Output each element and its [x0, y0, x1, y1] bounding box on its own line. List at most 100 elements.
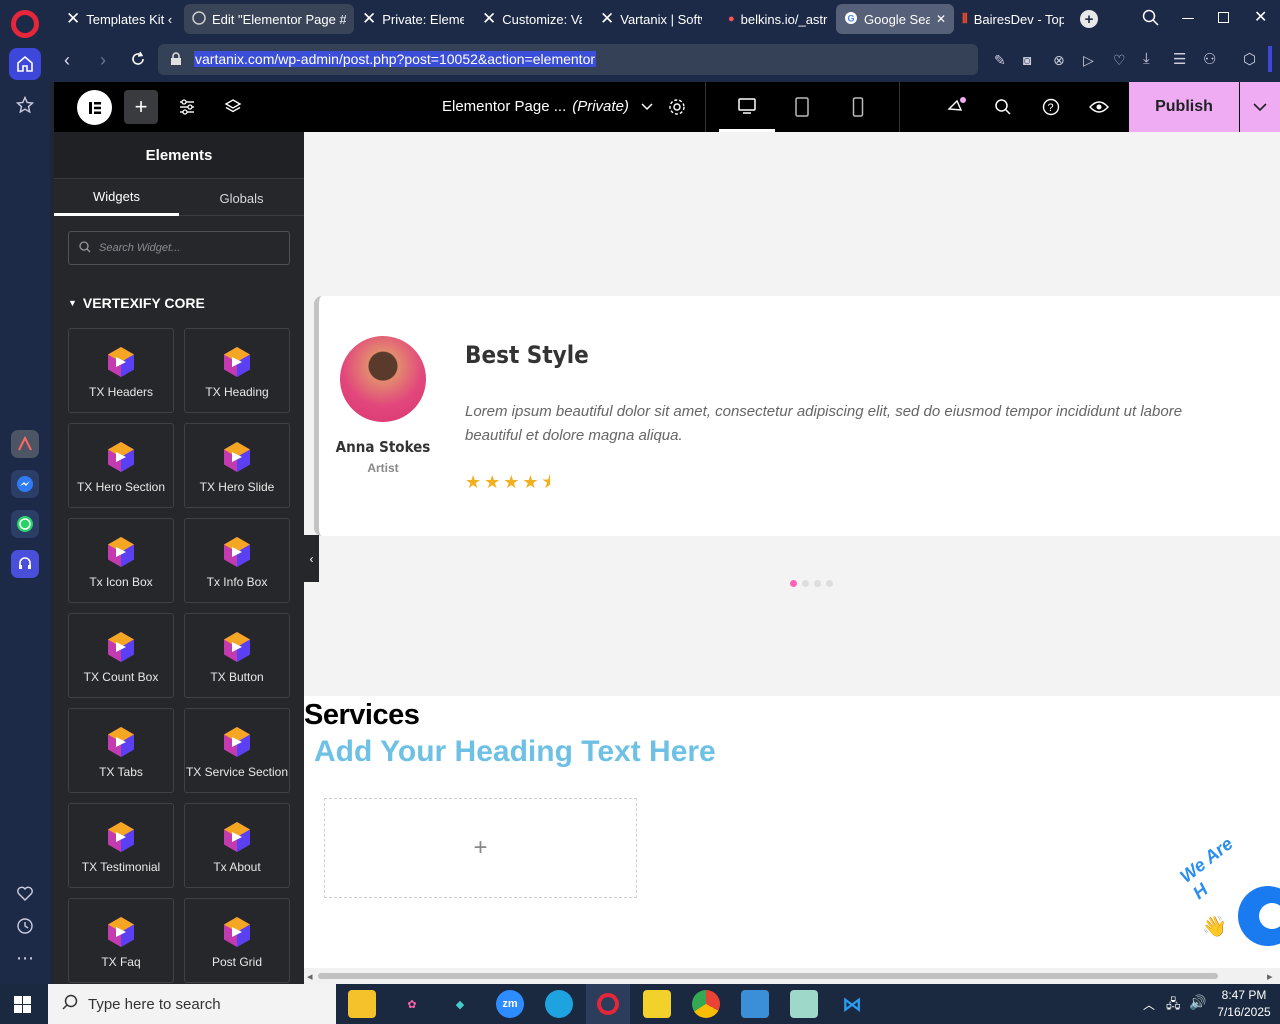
extensions-icon[interactable]: ⬡: [1243, 50, 1256, 68]
navigator-layers-icon[interactable]: [221, 95, 245, 119]
opera-logo-icon[interactable]: [11, 10, 39, 38]
network-icon[interactable]: 🖧: [1166, 995, 1181, 1017]
heart-icon[interactable]: [13, 882, 37, 906]
tab-edit-elementor[interactable]: Edit "Elementor Page #100: [184, 4, 354, 34]
back-icon[interactable]: ‹: [64, 50, 70, 71]
photos-icon[interactable]: [741, 990, 769, 1018]
carousel-dot[interactable]: [802, 580, 809, 587]
whatsapp-icon[interactable]: [11, 510, 39, 538]
scroll-left-icon[interactable]: ◂: [307, 970, 313, 983]
carousel-dot[interactable]: [826, 580, 833, 587]
forward-icon[interactable]: ›: [100, 50, 106, 71]
dev-app-icon[interactable]: ◆: [446, 990, 474, 1018]
tray-chevron-icon[interactable]: ︿: [1143, 996, 1155, 1013]
tablet-view-icon[interactable]: [790, 95, 814, 119]
sticky-notes-icon[interactable]: [643, 990, 671, 1018]
widget-tile[interactable]: TX Button: [184, 613, 290, 698]
more-icon[interactable]: ⋯: [13, 946, 37, 970]
search-tabs-icon[interactable]: [1142, 9, 1160, 30]
reload-icon[interactable]: [130, 51, 146, 70]
tab-templates-kit[interactable]: ✕ Templates Kit ‹ V: [58, 4, 180, 34]
profile-icon[interactable]: ⚇: [1203, 50, 1216, 68]
url-text[interactable]: vartanix.com/wp-admin/post.php?post=1005…: [194, 51, 597, 67]
star-icon[interactable]: [13, 93, 37, 117]
easy-setup-icon[interactable]: ☰: [1173, 50, 1186, 68]
widget-tile[interactable]: TX Service Section: [184, 708, 290, 793]
page-settings-gear-icon[interactable]: [665, 95, 689, 119]
notepad-icon[interactable]: [790, 990, 818, 1018]
paint-app-icon[interactable]: ✿: [398, 990, 426, 1018]
collapse-panel-icon[interactable]: ‹: [304, 535, 319, 582]
widget-tile[interactable]: Tx Info Box: [184, 518, 290, 603]
widget-tile[interactable]: TX Count Box: [68, 613, 174, 698]
opera-taskbar-icon[interactable]: [586, 984, 630, 1024]
send-icon[interactable]: ▷: [1083, 52, 1094, 69]
messenger-icon[interactable]: [11, 470, 39, 498]
widget-tile[interactable]: TX Heading: [184, 328, 290, 413]
mobile-view-icon[interactable]: [846, 95, 870, 119]
widget-tile[interactable]: TX Hero Section: [68, 423, 174, 508]
publish-button[interactable]: Publish: [1129, 82, 1239, 132]
adblock-icon[interactable]: ⊗: [1053, 52, 1065, 69]
tab-google-search[interactable]: G Google Searc ✕: [836, 4, 954, 34]
home-icon[interactable]: [9, 48, 41, 80]
close-window-icon[interactable]: ✕: [1254, 7, 1267, 27]
music-player-icon[interactable]: [11, 550, 39, 578]
download-icon[interactable]: ⤓: [1143, 50, 1150, 67]
taskbar-clock[interactable]: 8:47 PM 7/16/2025: [1214, 987, 1274, 1021]
widget-tile[interactable]: TX Hero Slide: [184, 423, 290, 508]
page-title-dropdown[interactable]: Elementor Page ... (Private): [442, 98, 653, 115]
widget-tile[interactable]: TX Tabs: [68, 708, 174, 793]
tab-private-elementor[interactable]: ✕ Private: Elemento: [354, 4, 472, 34]
history-icon[interactable]: [13, 914, 37, 938]
address-bar[interactable]: vartanix.com/wp-admin/post.php?post=1005…: [158, 44, 978, 75]
zoom-icon[interactable]: zm: [496, 990, 524, 1018]
desktop-view-icon[interactable]: [719, 82, 775, 132]
widget-tile[interactable]: Post Grid: [184, 898, 290, 983]
search-widget-input[interactable]: Search Widget...: [68, 231, 290, 265]
edit-icon[interactable]: ✎: [994, 52, 1006, 69]
widget-tile[interactable]: TX Faq: [68, 898, 174, 983]
help-icon[interactable]: ?: [1039, 95, 1063, 119]
tab-globals[interactable]: Globals: [179, 180, 304, 216]
widget-tile[interactable]: TX Testimonial: [68, 803, 174, 888]
tab-bairesdev[interactable]: ⦀ BairesDev - Top: [954, 4, 1072, 34]
category-toggle[interactable]: ▼ VERTEXIFY CORE: [68, 295, 205, 311]
site-settings-icon[interactable]: [175, 95, 199, 119]
close-tab-icon[interactable]: ✕: [936, 12, 946, 26]
favorites-icon[interactable]: ♡: [1113, 52, 1126, 69]
volume-icon[interactable]: 🔊: [1189, 994, 1206, 1011]
tab-vartanix[interactable]: ✕ Vartanix | Softwa: [592, 4, 710, 34]
add-element-placeholder[interactable]: +: [324, 798, 637, 898]
minimize-icon[interactable]: [1182, 18, 1194, 19]
scroll-thumb[interactable]: [318, 973, 1218, 979]
carousel-dot[interactable]: [814, 580, 821, 587]
vscode-icon[interactable]: ⋈: [838, 990, 866, 1018]
tab-widgets[interactable]: Widgets: [54, 180, 179, 216]
elementor-logo-icon[interactable]: [77, 90, 112, 125]
publish-options-chevron-icon[interactable]: [1240, 82, 1280, 132]
notifications-icon[interactable]: [944, 95, 968, 119]
add-heading-text[interactable]: Add Your Heading Text Here: [314, 735, 716, 769]
search-icon[interactable]: [991, 95, 1015, 119]
windows-start-icon[interactable]: [14, 996, 31, 1016]
file-explorer-icon[interactable]: [348, 990, 376, 1018]
add-element-icon[interactable]: +: [124, 90, 158, 124]
restore-icon[interactable]: [1218, 12, 1229, 23]
tab-belkins[interactable]: ● belkins.io/_astro: [720, 4, 836, 34]
new-tab-icon[interactable]: +: [1080, 10, 1098, 28]
horizontal-scrollbar[interactable]: ◂ ▸: [304, 968, 1280, 984]
taskbar-search[interactable]: Type here to search: [48, 984, 336, 1024]
preview-eye-icon[interactable]: [1087, 95, 1111, 119]
chat-widget-icon[interactable]: [1238, 886, 1280, 946]
widget-tile[interactable]: Tx Icon Box: [68, 518, 174, 603]
widget-tile[interactable]: Tx About: [184, 803, 290, 888]
carousel-dot[interactable]: [790, 580, 797, 587]
camera-icon[interactable]: ◙: [1023, 52, 1031, 68]
scroll-right-icon[interactable]: ▸: [1267, 970, 1273, 983]
widget-tile[interactable]: TX Headers: [68, 328, 174, 413]
chrome-icon[interactable]: [692, 990, 720, 1018]
tab-customize[interactable]: ✕ Customize: Varta: [474, 4, 590, 34]
services-heading[interactable]: Services: [304, 699, 420, 732]
edge-icon[interactable]: [545, 990, 573, 1018]
